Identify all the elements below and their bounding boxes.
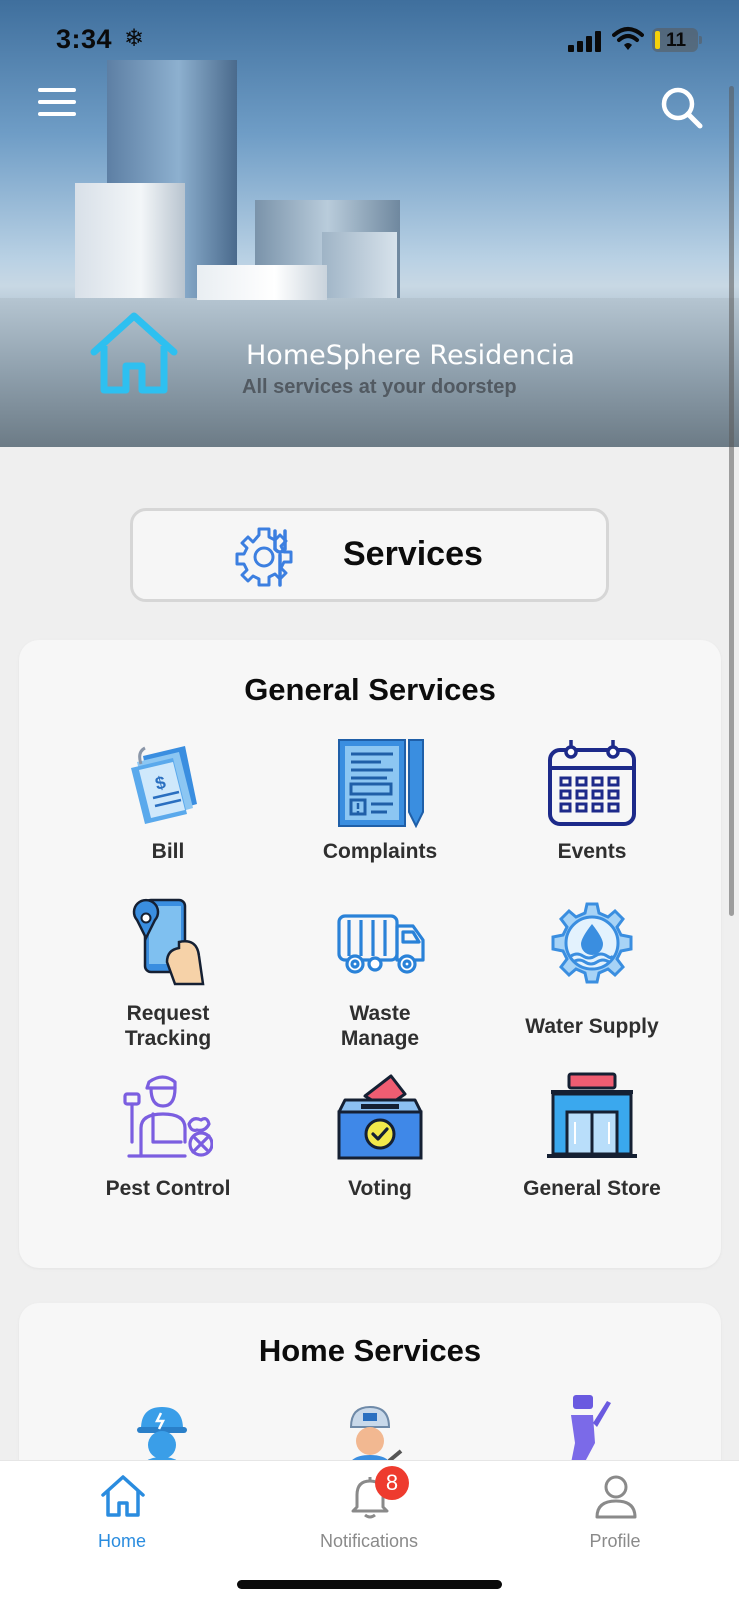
hero-building — [322, 232, 397, 298]
ballot-box-icon — [335, 1072, 425, 1162]
service-tile-complaints[interactable]: Complaints — [275, 738, 485, 868]
tab-profile[interactable]: Profile — [535, 1461, 695, 1561]
hamburger-menu-icon[interactable] — [38, 88, 76, 118]
pest-control-icon — [123, 1072, 214, 1162]
wifi-icon — [612, 27, 644, 50]
calendar-icon — [547, 738, 637, 828]
status-bar: 3:34 ❄ 11 — [0, 0, 739, 80]
profile-icon — [595, 1475, 637, 1519]
general-services-title: General Services — [244, 672, 496, 707]
service-tile-request-tracking[interactable]: Request Tracking — [63, 898, 273, 1050]
bill-icon: $ — [123, 738, 213, 828]
status-time: 3:34 — [56, 24, 113, 54]
snowflake-icon: ❄ — [124, 25, 145, 52]
service-label: Bill — [151, 840, 185, 863]
service-label: General Store — [523, 1177, 661, 1200]
general-services-card: General Services $ Bill Complaints Event… — [19, 640, 721, 1268]
service-tile-water-supply[interactable]: Water Supply — [487, 898, 697, 1038]
service-label: Water Supply — [525, 1015, 659, 1038]
tab-home[interactable]: Home — [42, 1461, 202, 1561]
bottom-navigation: Home Notifications 8 Profile — [0, 1460, 739, 1600]
service-label: Complaints — [322, 840, 438, 863]
home-icon — [101, 1475, 145, 1517]
cellular-signal-icon — [568, 30, 602, 52]
hero-building — [75, 183, 185, 298]
search-icon[interactable] — [660, 86, 704, 130]
service-tile-pest-control[interactable]: Pest Control — [63, 1072, 273, 1202]
service-label: Events — [557, 840, 627, 863]
gear-wrench-icon — [235, 527, 293, 587]
service-label: Waste Manage — [340, 1002, 420, 1050]
hero-building — [197, 265, 327, 300]
service-tile-events[interactable]: Events — [487, 738, 697, 868]
home-indicator[interactable] — [237, 1580, 502, 1589]
services-label: Services — [343, 535, 483, 573]
service-label: Pest Control — [105, 1177, 231, 1200]
home-logo-icon — [90, 312, 178, 394]
scrollbar[interactable] — [729, 86, 734, 916]
service-label: Voting — [348, 1177, 412, 1200]
tab-home-label: Home — [97, 1531, 146, 1551]
location-phone-icon — [123, 898, 213, 988]
tab-profile-label: Profile — [589, 1531, 641, 1551]
water-gear-icon — [547, 898, 637, 988]
complaints-icon — [335, 738, 425, 829]
tab-notifications[interactable]: Notifications — [289, 1461, 449, 1561]
service-tile-voting[interactable]: Voting — [275, 1072, 485, 1202]
app-tagline: All services at your doorstep — [242, 376, 517, 398]
store-icon — [547, 1072, 637, 1162]
service-tile-general-store[interactable]: General Store — [487, 1072, 697, 1202]
home-services-title: Home Services — [258, 1333, 482, 1368]
battery-icon: 11 — [652, 28, 702, 52]
battery-level: 11 — [666, 30, 687, 51]
services-header-button[interactable]: Services — [130, 508, 609, 602]
service-tile-bill[interactable]: $ Bill — [63, 738, 273, 868]
hero-banner: 3:34 ❄ 11 HomeSphere Residencia All serv… — [0, 0, 739, 447]
app-title: HomeSphere Residencia — [246, 340, 575, 371]
service-label: Request Tracking — [124, 1002, 212, 1050]
garbage-truck-icon — [335, 898, 425, 988]
notification-badge: 8 — [375, 1466, 409, 1500]
service-tile-waste-manage[interactable]: Waste Manage — [275, 898, 485, 1050]
tab-notifications-label: Notifications — [319, 1531, 419, 1551]
